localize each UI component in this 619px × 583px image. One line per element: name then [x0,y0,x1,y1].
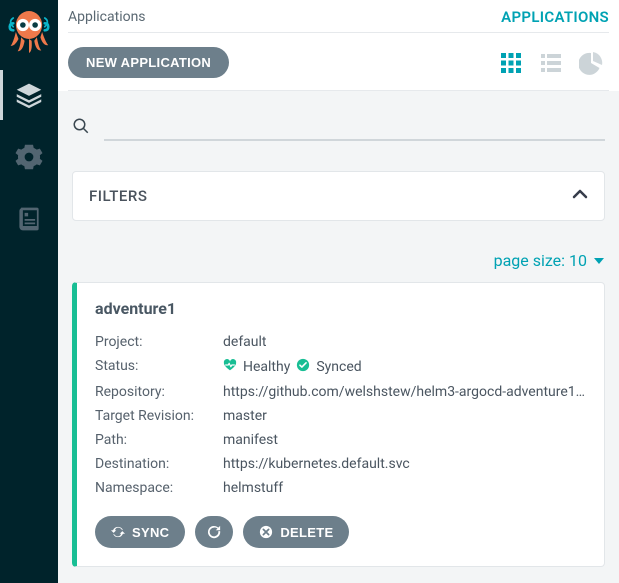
health-icon [223,358,237,376]
delete-button[interactable]: DELETE [243,516,349,548]
search-row [72,115,605,141]
page-size-selector[interactable]: page size: 10 [72,251,605,270]
gear-icon [15,143,43,171]
refresh-button[interactable] [195,516,233,548]
value-project: default [223,334,586,350]
value-destination: https://kubernetes.default.svc [223,456,586,472]
value-namespace: helmstuff [223,480,586,496]
value-path: manifest [223,432,586,448]
refresh-icon [207,525,221,539]
view-list-button[interactable] [539,51,563,75]
list-icon [539,51,563,75]
new-application-button[interactable]: NEW APPLICATION [68,47,229,78]
value-repository: https://github.com/welshstew/helm3-argoc… [223,384,586,400]
view-pie-button[interactable] [579,51,603,75]
page-title: APPLICATIONS [501,8,609,26]
filters-label: FILTERS [89,187,147,205]
content: FILTERS page size: 10 adventure1 Project… [58,91,619,583]
header-top: Applications APPLICATIONS [68,8,609,33]
layers-icon [15,81,43,109]
label-path: Path: [95,432,223,448]
value-target-revision: master [223,408,586,424]
octopus-logo-icon [8,7,50,57]
application-name: adventure1 [95,299,586,318]
nav-item-docs[interactable] [0,188,58,250]
search-input[interactable] [104,115,605,141]
page-size-label: page size: 10 [494,251,587,270]
caret-down-icon [593,255,605,267]
nav [0,64,58,250]
label-status: Status: [95,358,223,376]
label-project: Project: [95,334,223,350]
view-toggles [499,51,603,75]
application-card[interactable]: adventure1 Project: default Status: Heal… [72,282,605,567]
sync-button[interactable]: SYNC [95,516,185,548]
sync-button-label: SYNC [132,525,169,540]
view-tiles-button[interactable] [499,51,523,75]
header: Applications APPLICATIONS NEW APPLICATIO… [58,0,619,91]
logo [0,0,58,64]
label-repository: Repository: [95,384,223,400]
filters-panel[interactable]: FILTERS [72,171,605,221]
label-target-revision: Target Revision: [95,408,223,424]
delete-button-label: DELETE [280,525,333,540]
delete-icon [259,525,273,539]
sync-icon [296,358,310,376]
value-status: Healthy Synced [223,358,586,376]
filters-collapse-button[interactable] [572,186,588,206]
book-icon [15,205,43,233]
chevron-up-icon [572,186,588,202]
main: Applications APPLICATIONS NEW APPLICATIO… [58,0,619,583]
label-namespace: Namespace: [95,480,223,496]
grid-tiles-icon [499,51,523,75]
sync-text: Synced [316,359,361,375]
nav-item-settings[interactable] [0,126,58,188]
application-details: Project: default Status: Healthy Synced … [95,334,586,496]
sidebar [0,0,58,583]
sync-icon [111,525,125,539]
card-actions: SYNC DELETE [95,516,586,548]
breadcrumb: Applications [68,9,146,25]
health-text: Healthy [243,359,290,375]
search-icon [72,117,90,139]
pie-chart-icon [579,51,603,75]
nav-item-applications[interactable] [0,64,58,126]
toolbar: NEW APPLICATION [68,33,609,91]
label-destination: Destination: [95,456,223,472]
